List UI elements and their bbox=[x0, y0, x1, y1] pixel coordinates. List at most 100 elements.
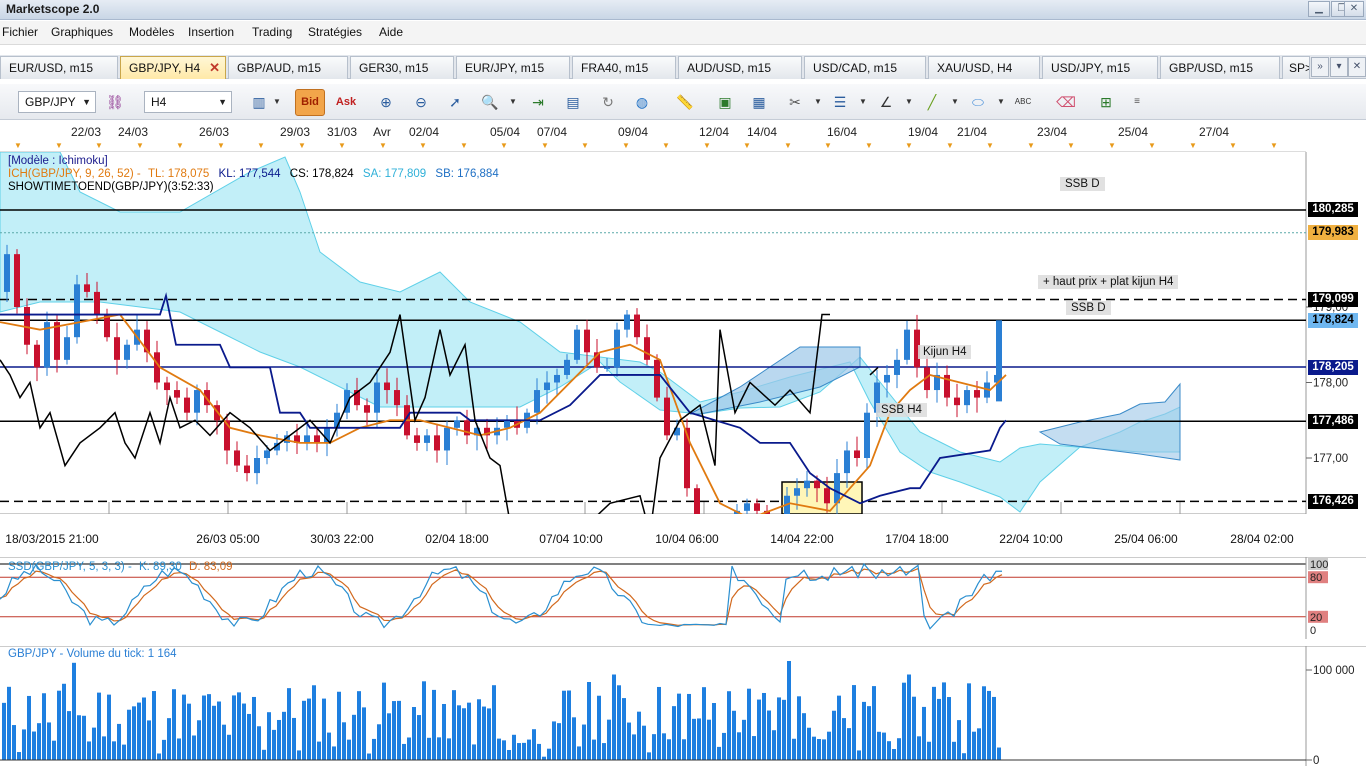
menu-graphiques[interactable]: Graphiques bbox=[51, 25, 113, 39]
date-marker-icon: ▼ bbox=[136, 141, 144, 150]
volume-bar bbox=[597, 695, 601, 760]
network-icon[interactable]: ⊞ bbox=[1095, 91, 1117, 113]
volume-bar bbox=[147, 720, 151, 760]
volume-bar bbox=[847, 728, 851, 760]
menu-insertion[interactable]: Insertion bbox=[188, 25, 234, 39]
ask-button[interactable]: Ask bbox=[331, 89, 361, 116]
cursor-icon[interactable]: ➚ bbox=[444, 91, 466, 113]
volume-bar bbox=[417, 715, 421, 760]
chevron-down-icon[interactable]: ▼ bbox=[509, 97, 517, 106]
tab-gbpaud-m15[interactable]: GBP/AUD, m15 bbox=[228, 56, 348, 79]
top-date-label: 12/04 bbox=[698, 125, 730, 139]
volume-bar bbox=[822, 739, 826, 760]
volume-bar bbox=[457, 705, 461, 760]
menu-trading[interactable]: Trading bbox=[252, 25, 292, 39]
tab-overflow[interactable]: SP> bbox=[1282, 56, 1310, 79]
chevron-down-icon[interactable]: ▼ bbox=[859, 97, 867, 106]
volume-bar bbox=[912, 696, 916, 760]
volume-bar bbox=[387, 713, 391, 760]
price-chart-canvas[interactable]: 179,00178,00177,00 bbox=[0, 152, 1366, 514]
link-icon[interactable]: ⛓ bbox=[104, 91, 126, 113]
volume-bar bbox=[207, 694, 211, 760]
volume-bar bbox=[487, 708, 491, 760]
date-marker-icon: ▼ bbox=[622, 141, 630, 150]
image-icon[interactable]: ▣ bbox=[714, 91, 736, 113]
volume-bar bbox=[652, 734, 656, 760]
tab-list-icon[interactable]: » bbox=[1311, 57, 1329, 77]
menu-aide[interactable]: Aide bbox=[379, 25, 403, 39]
date-marker-icon: ▼ bbox=[1027, 141, 1035, 150]
time-axis-label: 28/04 02:00 bbox=[1230, 532, 1294, 546]
chevron-down-icon[interactable]: ▼ bbox=[905, 97, 913, 106]
volume-bar bbox=[152, 691, 156, 760]
ellipse-icon[interactable]: ⬭ bbox=[967, 91, 989, 113]
more-icon[interactable]: ≡ bbox=[1126, 91, 1148, 113]
menu-strategies[interactable]: Stratégies bbox=[308, 25, 362, 39]
menu-fichier[interactable]: Fichier bbox=[2, 25, 38, 39]
pencil-icon[interactable]: ╱ bbox=[921, 91, 943, 113]
tab-gbpjpy-h4[interactable]: GBP/JPY, H4 ✕ bbox=[120, 56, 226, 79]
globe-icon[interactable]: ◍ bbox=[631, 91, 653, 113]
tab-close-icon[interactable]: ✕ bbox=[209, 57, 220, 79]
volume-bar bbox=[437, 737, 441, 760]
volume-bar bbox=[727, 691, 731, 760]
chevron-down-icon: ▼ bbox=[218, 97, 227, 107]
refresh-icon[interactable]: ↻ bbox=[597, 91, 619, 113]
properties-icon[interactable]: ▤ bbox=[562, 91, 584, 113]
tab-scroll-icon[interactable]: ▾ bbox=[1330, 57, 1348, 77]
window-title: Marketscope 2.0 bbox=[6, 2, 100, 16]
bid-button[interactable]: Bid bbox=[295, 89, 325, 116]
chevron-down-icon[interactable]: ▼ bbox=[814, 97, 822, 106]
tab-usdjpy-m15[interactable]: USD/JPY, m15 bbox=[1042, 56, 1158, 79]
volume-bar bbox=[52, 740, 56, 760]
bar-chart-icon[interactable]: ▥ bbox=[248, 91, 270, 113]
date-marker-icon: ▼ bbox=[379, 141, 387, 150]
candle-body bbox=[814, 480, 820, 489]
tools-icon[interactable]: ✂ bbox=[784, 91, 806, 113]
tab-eurusd-m15[interactable]: EUR/USD, m15 bbox=[0, 56, 118, 79]
tab-gbpusd-m15[interactable]: GBP/USD, m15 bbox=[1160, 56, 1280, 79]
top-date-scale: 22/03 24/03 26/03 29/03 31/03 Avr 02/04 05/04 07… bbox=[0, 124, 1306, 152]
ruler-icon[interactable]: 📏 bbox=[674, 91, 696, 113]
volume-bar bbox=[17, 752, 21, 760]
volume-bar bbox=[77, 715, 81, 760]
volume-bar bbox=[142, 697, 146, 760]
menu-modeles[interactable]: Modèles bbox=[129, 25, 174, 39]
volume-bar bbox=[602, 743, 606, 760]
chevron-down-icon[interactable]: ▼ bbox=[273, 97, 281, 106]
tab-usdcad-m15[interactable]: USD/CAD, m15 bbox=[804, 56, 926, 79]
volume-bar bbox=[337, 691, 341, 760]
eraser-icon[interactable]: ⌫ bbox=[1055, 91, 1077, 113]
candle-body bbox=[754, 503, 760, 511]
tab-ger30-m15[interactable]: GER30, m15 bbox=[350, 56, 454, 79]
close-icon[interactable]: ✕ bbox=[1344, 1, 1364, 17]
zoom-in-icon[interactable]: ⊕ bbox=[375, 91, 397, 113]
price-label: 178,205 bbox=[1308, 359, 1358, 375]
candle-body bbox=[14, 254, 20, 307]
chart-toolbar: GBP/JPY ▼ ⛓ H4 ▼ ▥ ▼ Bid Ask ⊕ ⊖ ➚ 🔍 ▼ ⇥ ▤… bbox=[0, 84, 1366, 120]
zoom-out-icon[interactable]: ⊖ bbox=[410, 91, 432, 113]
chevron-down-icon[interactable]: ▼ bbox=[997, 97, 1005, 106]
tab-close-all-icon[interactable]: ✕ bbox=[1348, 57, 1366, 77]
tab-xauusd-h4[interactable]: XAU/USD, H4 bbox=[928, 56, 1040, 79]
tab-fra40-m15[interactable]: FRA40, m15 bbox=[572, 56, 676, 79]
text-icon[interactable]: ABC bbox=[1012, 91, 1034, 113]
stochastic-panel[interactable]: 100 80 20 0 SSD(GBP/JPY, 5, 3, 3) - K: 89,3… bbox=[0, 556, 1366, 639]
chevron-down-icon[interactable]: ▼ bbox=[951, 97, 959, 106]
tab-audusd-m15[interactable]: AUD/USD, m15 bbox=[678, 56, 802, 79]
price-chart[interactable]: 179,00 178,00 177,00 [Modèle : Ichimoku] I… bbox=[0, 152, 1366, 514]
align-icon[interactable]: ⇥ bbox=[527, 91, 549, 113]
volume-canvas[interactable]: 100 000 0 bbox=[0, 645, 1366, 767]
magnifier-icon[interactable]: 🔍 bbox=[479, 91, 501, 113]
lines-icon[interactable]: ☰ bbox=[829, 91, 851, 113]
timeframe-select[interactable]: H4 ▼ bbox=[144, 91, 232, 113]
tab-eurjpy-m15[interactable]: EUR/JPY, m15 bbox=[456, 56, 570, 79]
volume-panel[interactable]: 100 000 0 GBP/JPY - Volume du tick: 1 164 bbox=[0, 645, 1366, 767]
template-icon[interactable]: ▦ bbox=[748, 91, 770, 113]
minimize-icon[interactable]: ▁ bbox=[1308, 1, 1330, 17]
symbol-select[interactable]: GBP/JPY ▼ bbox=[18, 91, 96, 113]
candle-body bbox=[84, 284, 90, 292]
volume-bar bbox=[887, 741, 891, 760]
trendline-icon[interactable]: ∠ bbox=[875, 91, 897, 113]
candle-body bbox=[804, 480, 810, 489]
